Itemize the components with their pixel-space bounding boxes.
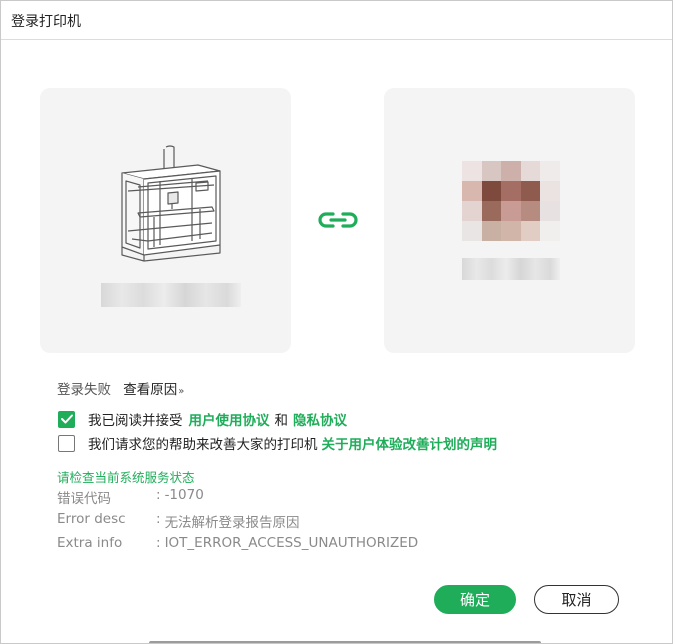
error-code-key: 错误代码	[57, 491, 111, 507]
improvement-statement-link[interactable]: 关于用户体验改善计划的声明	[322, 433, 498, 453]
privacy-policy-link[interactable]: 隐私协议	[293, 409, 347, 429]
agreement-row: 我已阅读并接受 用户使用协议 和 隐私协议	[58, 409, 347, 429]
printer-card	[40, 88, 291, 353]
check-service-status-title: 请检查当前系统服务状态	[57, 470, 195, 485]
login-printer-dialog: 登录打印机 登录失败 查看原因» 我已阅读并接受 用户使用协议 和 隐私协议 我…	[0, 0, 673, 644]
check-icon	[60, 414, 73, 424]
login-failed-text: 登录失败	[57, 382, 111, 398]
printer-name-blurred	[101, 283, 241, 307]
error-desc-sep: :	[156, 511, 161, 527]
printer-icon	[121, 145, 221, 262]
agree-terms-label: 我已阅读并接受	[88, 413, 183, 429]
error-code-sep: :	[156, 487, 161, 503]
user-agreement-link[interactable]: 用户使用协议	[189, 409, 270, 429]
error-code-value: -1070	[164, 487, 204, 503]
user-card	[384, 88, 635, 353]
user-name-blurred	[462, 258, 560, 280]
extra-info-value: IOT_ERROR_ACCESS_UNAUTHORIZED	[164, 535, 419, 551]
confirm-button[interactable]: 确定	[434, 585, 516, 614]
login-status-row: 登录失败 查看原因»	[57, 378, 184, 398]
view-reason-link[interactable]: 查看原因»	[123, 378, 184, 398]
improvement-row: 我们请求您的帮助来改善大家的打印机 关于用户体验改善计划的声明	[58, 433, 497, 453]
link-icon	[318, 212, 358, 228]
error-desc-row: Error desc : 无法解析登录报告原因	[57, 511, 300, 531]
title-bar: 登录打印机	[1, 1, 672, 40]
window-title: 登录打印机	[11, 14, 81, 30]
agree-terms-checkbox[interactable]	[58, 410, 75, 428]
view-reason-label: 查看原因	[123, 382, 178, 398]
extra-info-sep: :	[156, 535, 161, 551]
and-text: 和	[274, 413, 289, 429]
error-desc-value: 无法解析登录报告原因	[164, 515, 300, 531]
extra-info-key: Extra info	[57, 535, 123, 551]
improvement-program-label: 我们请求您的帮助来改善大家的打印机	[88, 437, 318, 453]
improvement-program-checkbox[interactable]	[58, 434, 75, 452]
error-code-row: 错误代码 : -1070	[57, 487, 204, 507]
error-desc-key: Error desc	[57, 511, 126, 527]
avatar	[462, 161, 560, 241]
chevron-down-icon: »	[178, 386, 185, 397]
extra-info-row: Extra info : IOT_ERROR_ACCESS_UNAUTHORIZ…	[57, 535, 418, 551]
cancel-button[interactable]: 取消	[534, 585, 619, 614]
